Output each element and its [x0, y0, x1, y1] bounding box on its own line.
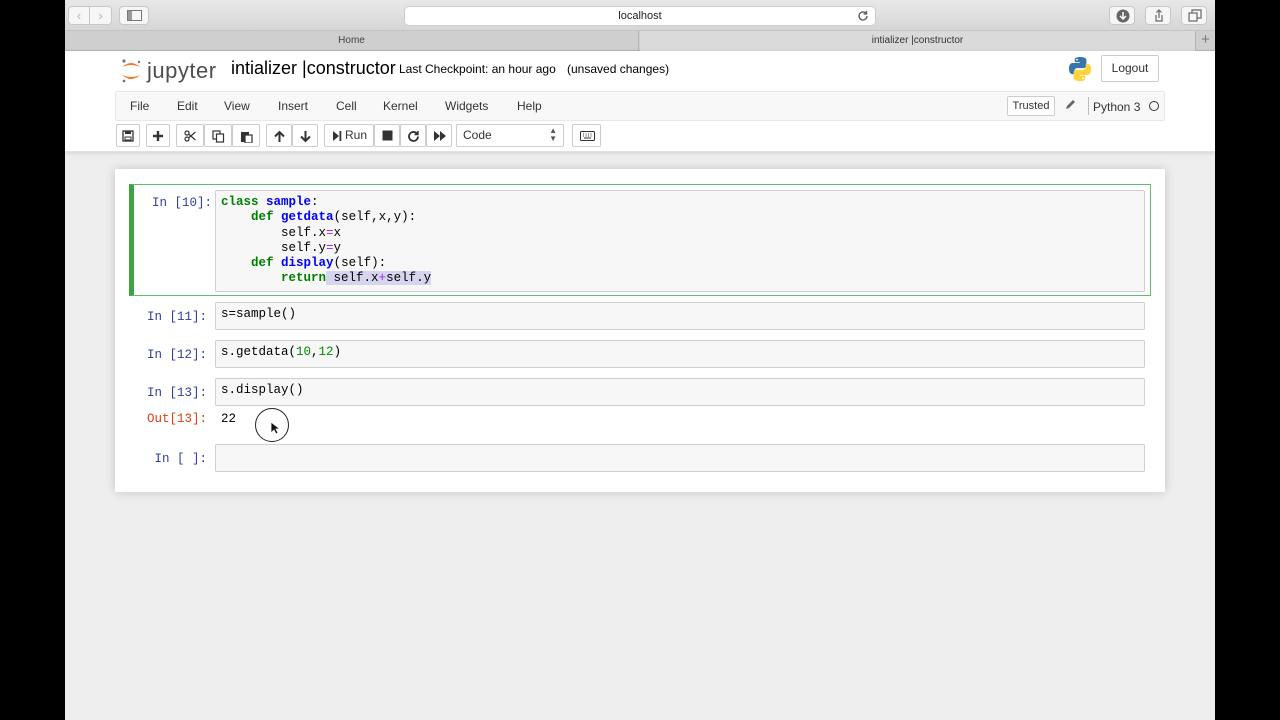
- cell-type-value: Code: [463, 128, 492, 142]
- code-input[interactable]: s.getdata(10,12): [215, 340, 1145, 368]
- interrupt-button[interactable]: [374, 124, 400, 147]
- sidebar-toggle-button[interactable]: [119, 6, 149, 25]
- code-cell-selected[interactable]: In [10]: class sample: def getdata(self,…: [129, 184, 1151, 296]
- code-input[interactable]: s=sample(): [215, 302, 1145, 330]
- refresh-icon: [408, 131, 419, 142]
- stop-icon: [382, 130, 393, 141]
- python-logo-icon: [1069, 57, 1091, 81]
- menu-help[interactable]: Help: [517, 99, 542, 113]
- notebook-title[interactable]: intializer |constructor: [231, 58, 396, 79]
- input-prompt: In [ ]:: [154, 452, 207, 466]
- paste-icon: [241, 132, 253, 143]
- command-palette-button[interactable]: [572, 124, 601, 147]
- jupyter-logo-text: jupyter: [147, 58, 217, 83]
- code-input[interactable]: [215, 444, 1145, 472]
- code-cell-empty[interactable]: In [ ]:: [129, 444, 1151, 474]
- trusted-indicator[interactable]: Trusted: [1007, 96, 1055, 116]
- keyboard-icon: [580, 131, 595, 141]
- restart-button[interactable]: [400, 124, 426, 147]
- kernel-idle-indicator: [1149, 101, 1159, 111]
- checkpoint-status: Last Checkpoint: an hour ago: [399, 62, 556, 76]
- menu-cell[interactable]: Cell: [336, 99, 357, 113]
- cell-type-select[interactable]: Code ▲ ▼: [456, 124, 564, 147]
- menu-kernel[interactable]: Kernel: [383, 99, 418, 113]
- input-prompt: In [12]:: [146, 348, 207, 362]
- code-cell[interactable]: In [12]: s.getdata(10,12): [129, 340, 1151, 370]
- tab-home[interactable]: Home: [65, 31, 639, 51]
- paste-button[interactable]: [232, 124, 260, 147]
- code-line: def getdata(self,x,y):: [251, 210, 417, 225]
- forward-button[interactable]: ›: [90, 6, 112, 25]
- new-tab-button[interactable]: +: [1195, 31, 1215, 51]
- code-line: self.x=x: [221, 225, 342, 240]
- mouse-cursor-icon: [270, 421, 279, 435]
- menu-file[interactable]: File: [130, 99, 149, 113]
- code-input[interactable]: s.display(): [215, 378, 1145, 406]
- step-forward-icon: [333, 131, 342, 141]
- menu-bar: File Edit View Insert Cell Kernel Widget…: [115, 91, 1165, 121]
- save-button[interactable]: [116, 124, 140, 147]
- input-prompt: In [10]:: [151, 196, 212, 210]
- kernel-separator: [1088, 97, 1089, 115]
- menu-edit[interactable]: Edit: [177, 99, 198, 113]
- plus-icon: [153, 131, 163, 141]
- code-line: return self.x+self.y: [281, 271, 432, 286]
- input-prompt: In [13]:: [146, 386, 207, 400]
- back-button[interactable]: ‹: [68, 6, 90, 25]
- restart-run-all-button[interactable]: [426, 124, 452, 147]
- jupyter-logo[interactable]: jupyter: [120, 57, 217, 85]
- address-bar[interactable]: localhost: [404, 6, 876, 26]
- autosave-status: (unsaved changes): [567, 62, 670, 76]
- code-line: self.y=y: [221, 240, 342, 255]
- tab-bar: Home intializer |constructor +: [65, 31, 1215, 51]
- copy-icon: [212, 130, 225, 143]
- arrow-down-icon: [300, 131, 311, 143]
- kernel-name[interactable]: Python 3: [1093, 100, 1140, 114]
- menu-insert[interactable]: Insert: [278, 99, 308, 113]
- scissors-icon: [184, 130, 196, 142]
- run-button-label: Run: [344, 128, 367, 142]
- save-icon: [122, 130, 134, 142]
- cut-button[interactable]: [176, 124, 204, 147]
- menu-view[interactable]: View: [224, 99, 250, 113]
- fast-forward-icon: [434, 131, 446, 141]
- pencil-icon[interactable]: [1064, 99, 1076, 111]
- output-prompt: Out[13]:: [146, 412, 207, 426]
- select-arrows-icon: ▲ ▼: [549, 126, 557, 143]
- jupyter-logo-icon: [122, 59, 141, 83]
- menu-widgets[interactable]: Widgets: [445, 99, 488, 113]
- code-line: class sample:: [221, 195, 319, 209]
- share-button[interactable]: [1145, 6, 1171, 25]
- insert-cell-button[interactable]: [146, 124, 170, 147]
- notebook-container: In [10]: class sample: def getdata(self,…: [115, 169, 1165, 492]
- code-input[interactable]: class sample: def getdata(self,x,y): sel…: [215, 190, 1145, 292]
- run-button[interactable]: Run: [324, 124, 374, 147]
- url-text: localhost: [618, 10, 662, 22]
- browser-window: ‹ › localhost Home intializer |construct…: [65, 0, 1215, 720]
- move-up-button[interactable]: [266, 124, 292, 147]
- code-cell[interactable]: In [11]: s=sample(): [129, 302, 1151, 332]
- cell-output: 22: [221, 412, 237, 426]
- input-prompt: In [11]:: [146, 310, 207, 324]
- share-icon: [1155, 9, 1163, 22]
- copy-button[interactable]: [204, 124, 232, 147]
- nav-buttons: ‹ ›: [68, 6, 112, 25]
- logout-button[interactable]: Logout: [1101, 55, 1159, 82]
- jupyter-header: jupyter intializer |constructor Last Che…: [65, 51, 1215, 152]
- move-down-button[interactable]: [292, 124, 318, 147]
- tabs-overview-button[interactable]: [1181, 6, 1207, 25]
- tabs-icon: [1188, 9, 1202, 22]
- tab-notebook[interactable]: intializer |constructor: [640, 31, 1195, 51]
- sidebar-icon: [127, 10, 142, 21]
- download-icon: [1116, 9, 1130, 23]
- browser-toolbar: ‹ › localhost: [65, 0, 1215, 31]
- code-line: def display(self):: [251, 256, 387, 271]
- downloads-button[interactable]: [1109, 6, 1135, 25]
- reload-icon[interactable]: [857, 10, 869, 22]
- arrow-up-icon: [274, 130, 285, 142]
